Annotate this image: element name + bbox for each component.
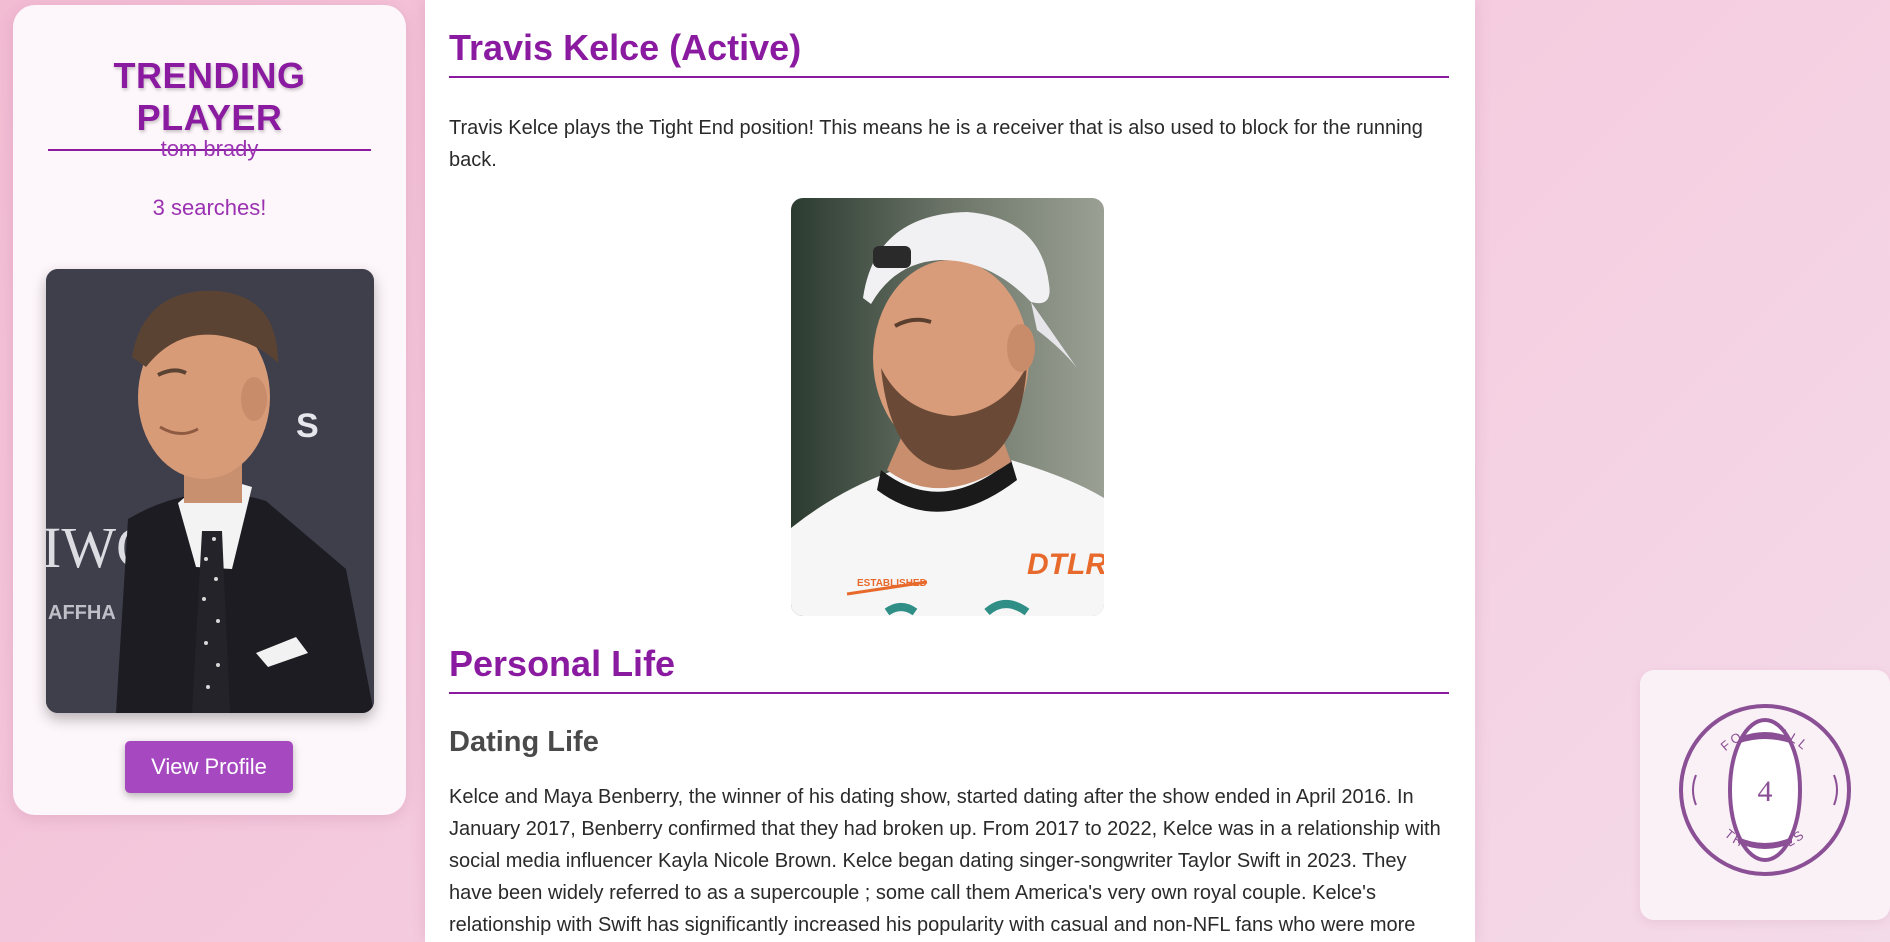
jersey-text: DTLR <box>1027 548 1104 581</box>
article-content: Travis Kelce (Active) Travis Kelce plays… <box>449 0 1449 942</box>
player-photo: DTLR ESTABLISHED <box>791 198 1104 617</box>
personal-life-title: Personal Life <box>449 642 1449 695</box>
trending-player-card: TRENDING PLAYER tom brady 3 searches! IW… <box>13 5 406 815</box>
trending-player-name: tom brady <box>160 136 259 161</box>
player-title: Travis Kelce (Active) <box>449 26 1449 79</box>
logo-card: FOOTBALL THE GIRLS 4 <box>1640 670 1890 920</box>
backdrop-text-right: S <box>296 407 319 445</box>
football-4-the-girls-logo: FOOTBALL THE GIRLS 4 <box>1679 704 1851 876</box>
search-count: 3 searches! <box>152 195 267 220</box>
player-article: Travis Kelce (Active) Travis Kelce plays… <box>425 0 1475 942</box>
dating-life-text: Kelce and Maya Benberry, the winner of h… <box>449 786 1441 937</box>
trending-player-photo: IWC AFFHA S <box>46 269 374 713</box>
position-description: Travis Kelce plays the Tight End positio… <box>449 117 1423 172</box>
logo-number: 4 <box>1758 775 1773 808</box>
dating-life-title: Dating Life <box>449 726 599 759</box>
view-profile-button[interactable]: View Profile <box>125 741 293 793</box>
backdrop-text-small: AFFHA <box>48 602 116 624</box>
